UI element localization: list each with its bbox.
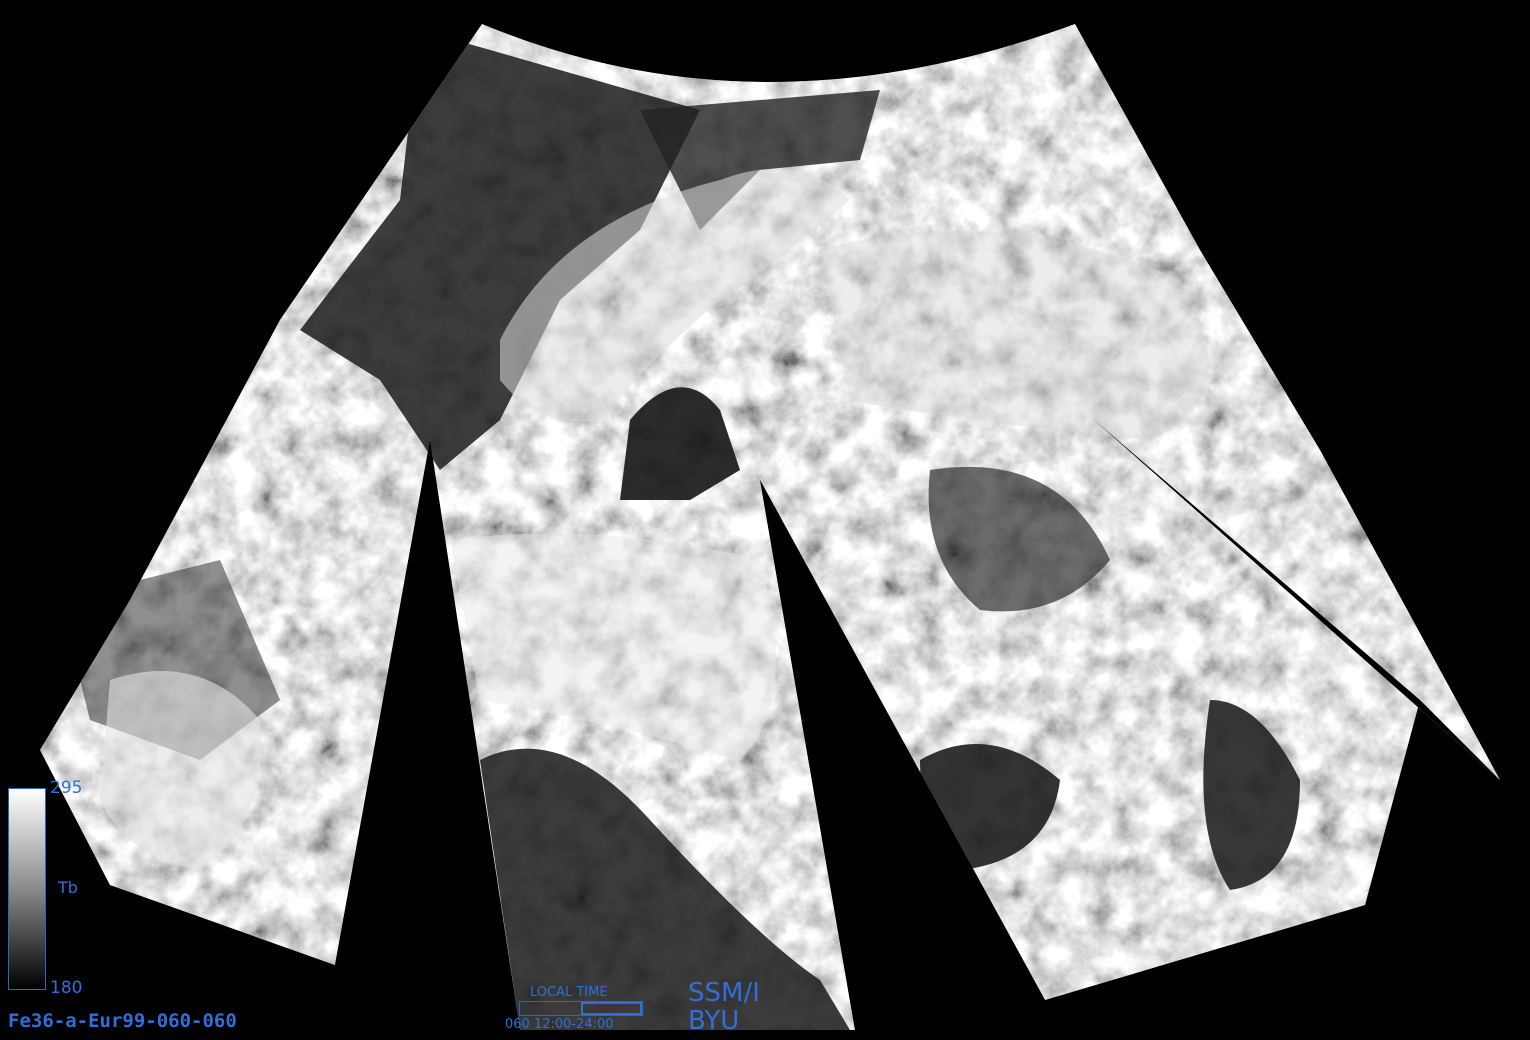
local-time-range: 060 12:00-24:00 [505,1017,614,1032]
sensor-label: SSM/I [688,978,760,1008]
satellite-swath [40,24,1500,1030]
local-time-title: LOCAL TIME [530,985,608,1000]
brightness-temperature-map [40,24,1500,1030]
colorbar-min-label: 180 [50,978,83,998]
colorbar [8,788,46,990]
local-time-fill [581,1002,642,1015]
product-id: Fe36-a-Eur99-060-060 [8,1010,237,1032]
local-time-bar [519,1001,643,1016]
colorbar-unit-label: Tb [58,878,78,897]
colorbar-max-label: 295 [50,778,83,798]
organization-label: BYU [688,1006,740,1036]
